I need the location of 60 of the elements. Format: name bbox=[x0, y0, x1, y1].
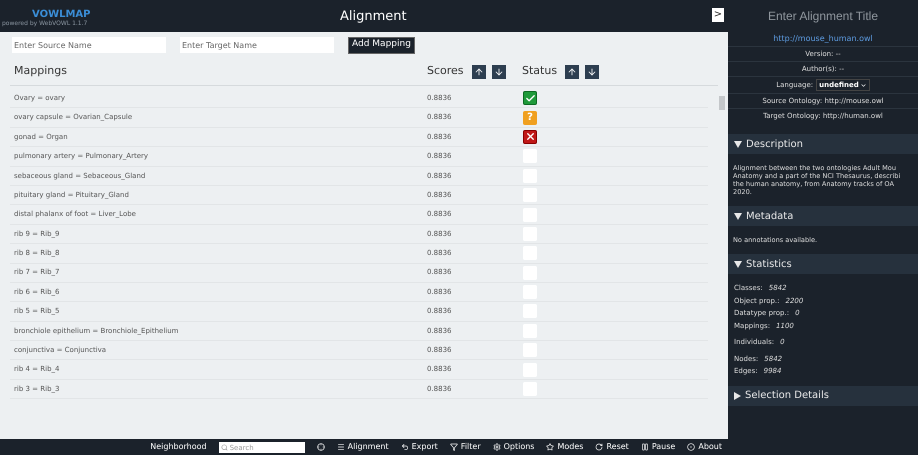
target-icon bbox=[687, 443, 696, 451]
expanded-triangle-icon bbox=[734, 212, 742, 220]
accepted-checkbox[interactable] bbox=[523, 91, 537, 106]
reset-icon bbox=[595, 443, 604, 451]
empty-checkbox[interactable] bbox=[523, 285, 537, 300]
arrow-icon bbox=[400, 443, 409, 451]
sort-ascending-button[interactable] bbox=[472, 64, 486, 78]
search-icon bbox=[220, 444, 228, 450]
sort-ascending-button[interactable] bbox=[565, 64, 580, 78]
chevron-down-icon bbox=[860, 82, 867, 88]
empty-checkbox[interactable] bbox=[523, 226, 537, 241]
source-name-field[interactable]: Enter Source Name bbox=[12, 37, 166, 53]
check-icon bbox=[524, 92, 536, 104]
crosshair-icon[interactable] bbox=[316, 443, 325, 451]
toolbar-button[interactable]: Filter bbox=[450, 441, 481, 453]
toolbar-button[interactable]: Modes bbox=[546, 441, 584, 453]
pause-icon bbox=[640, 443, 649, 451]
filter-icon bbox=[450, 443, 458, 451]
toolbar-button[interactable]: Reset bbox=[595, 441, 629, 453]
ontology-link[interactable]: http://mouse_human.owl bbox=[773, 33, 873, 45]
toolbar-button[interactable]: Pause bbox=[640, 441, 676, 453]
section-header[interactable]: Selection Details bbox=[728, 386, 918, 406]
empty-checkbox[interactable] bbox=[523, 266, 537, 280]
empty-checkbox[interactable] bbox=[523, 324, 537, 338]
page-title: Alignment bbox=[340, 8, 407, 26]
sidebar-toggle-button[interactable]: > bbox=[712, 8, 724, 22]
column-header: Scores bbox=[427, 63, 464, 80]
toolbar-button[interactable]: Export bbox=[400, 441, 438, 453]
star-icon bbox=[546, 443, 554, 451]
column-header: Status bbox=[522, 63, 558, 80]
toolbar-button[interactable]: Options bbox=[492, 441, 534, 453]
up-arrow-icon bbox=[474, 66, 484, 76]
down-arrow-icon bbox=[494, 66, 504, 76]
scrollbar-thumb[interactable] bbox=[719, 96, 725, 110]
toolbar-button[interactable]: Alignment bbox=[336, 441, 389, 453]
empty-checkbox[interactable] bbox=[523, 343, 537, 358]
app-logo: VOWLMAP bbox=[31, 10, 92, 20]
expanded-triangle-icon bbox=[734, 260, 742, 268]
add-mapping-button[interactable]: Add Mapping bbox=[348, 36, 415, 54]
column-header: Mappings bbox=[13, 63, 68, 80]
empty-checkbox[interactable] bbox=[523, 382, 537, 396]
neighborhood-label: Neighborhood bbox=[150, 441, 207, 453]
lines-icon bbox=[336, 443, 345, 451]
settings-icon bbox=[492, 443, 501, 451]
down-arrow-icon bbox=[587, 66, 598, 76]
alignment-title[interactable]: Enter Alignment Title bbox=[768, 7, 878, 25]
empty-checkbox[interactable] bbox=[523, 188, 537, 202]
target-name-field[interactable]: Enter Target Name bbox=[180, 37, 334, 53]
cross-icon bbox=[524, 131, 536, 142]
up-arrow-icon bbox=[567, 66, 578, 76]
section-header[interactable]: Statistics bbox=[728, 254, 918, 274]
section-header[interactable]: Metadata bbox=[728, 206, 918, 226]
empty-checkbox[interactable] bbox=[523, 168, 537, 183]
sort-descending-button[interactable] bbox=[492, 64, 506, 78]
collapsed-triangle-icon bbox=[734, 392, 741, 400]
toolbar-button[interactable]: About bbox=[687, 441, 722, 453]
expanded-triangle-icon bbox=[734, 140, 742, 148]
sort-descending-button[interactable] bbox=[585, 64, 600, 78]
rejected-checkbox[interactable] bbox=[523, 130, 537, 144]
section-header[interactable]: Description bbox=[728, 134, 918, 154]
